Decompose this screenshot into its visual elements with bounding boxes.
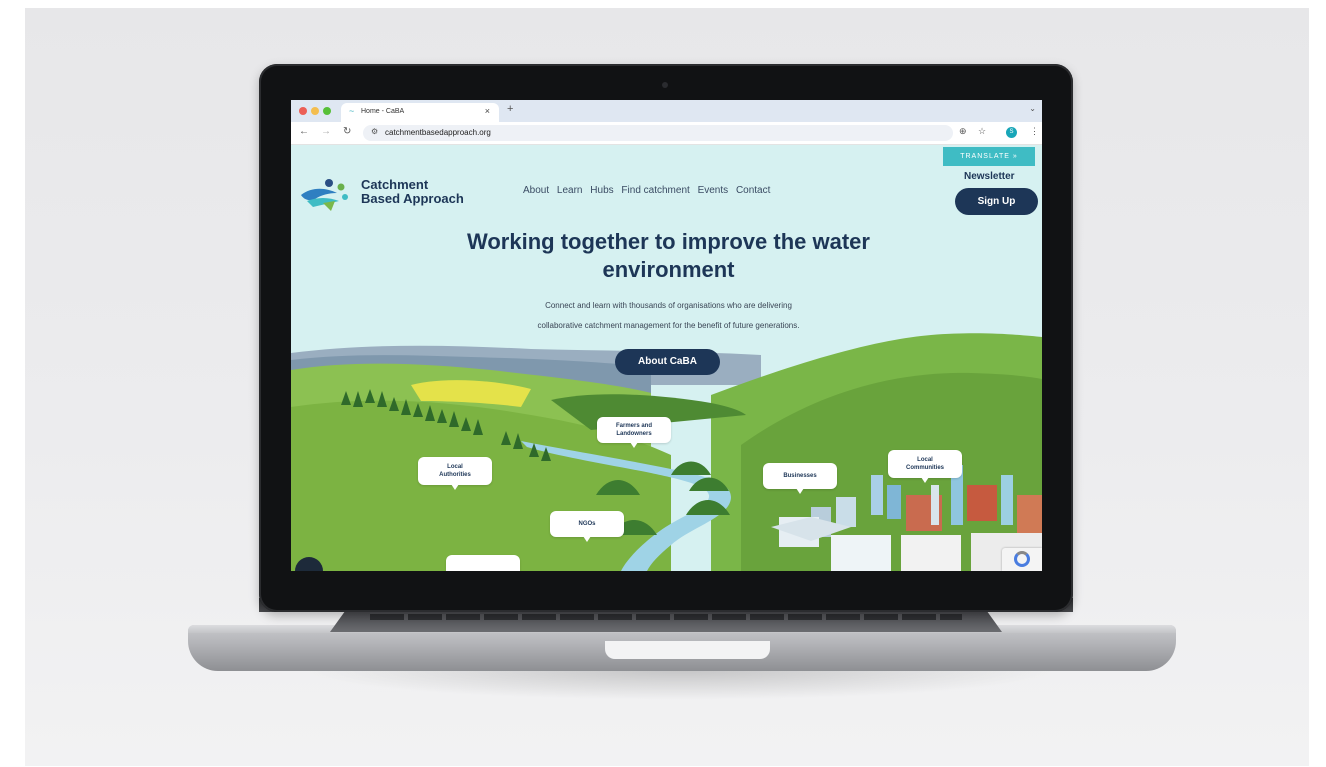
bubble-local-communities-text: Local Communities — [905, 457, 944, 471]
bubble-farmers-text: Farmers and Landowners — [615, 423, 652, 437]
caba-logo-icon[interactable] — [299, 173, 359, 213]
window-maximize-dot[interactable] — [323, 107, 331, 115]
site-settings-icon[interactable]: ⚙ — [371, 127, 378, 136]
laptop-lid: ~ Home - CaBA × + ⌄ ← → ↻ ⚙ catchmentbas… — [259, 64, 1073, 612]
hero-title-line-2: environment — [602, 257, 735, 282]
bubble-partial-bottom[interactable] — [446, 555, 520, 571]
bubble-local-communities[interactable]: Local Communities — [888, 450, 962, 483]
newsletter-signup-button[interactable]: Sign Up — [955, 188, 1038, 215]
hero-subtitle-line-1: Connect and learn with thousands of orga… — [545, 301, 792, 310]
bubble-local-authorities-text: Local Authorities — [439, 464, 471, 478]
recaptcha-badge[interactable] — [1002, 548, 1042, 571]
translate-button[interactable]: TRANSLATE » — [943, 147, 1035, 166]
url-text: catchmentbasedapproach.org — [385, 128, 491, 137]
back-arrow-icon[interactable]: ← — [299, 126, 309, 137]
main-navigation: About Learn Hubs Find catchment Events C… — [523, 185, 775, 196]
bookmark-star-icon[interactable]: ☆ — [978, 126, 986, 137]
webcam — [662, 82, 668, 88]
logo-line-1: Catchment — [361, 177, 429, 192]
forward-arrow-icon[interactable]: → — [321, 126, 331, 137]
about-caba-button[interactable]: About CaBA — [615, 349, 720, 375]
nav-find-catchment[interactable]: Find catchment — [621, 185, 689, 196]
menu-dots-icon[interactable]: ⋮ — [1030, 126, 1039, 137]
bubble-ngos[interactable]: NGOs — [550, 511, 624, 542]
browser-toolbar: ← → ↻ ⚙ catchmentbasedapproach.org ⊕ ☆ S… — [291, 122, 1042, 145]
nav-contact[interactable]: Contact — [736, 185, 770, 196]
window-close-dot[interactable] — [299, 107, 307, 115]
caba-favicon-icon: ~ — [349, 106, 355, 116]
nav-learn[interactable]: Learn — [557, 185, 583, 196]
browser-tab-bar: ~ Home - CaBA × + ⌄ — [291, 100, 1042, 122]
bubble-businesses[interactable]: Businesses — [763, 463, 837, 494]
reload-icon[interactable]: ↻ — [343, 126, 351, 137]
web-page: TRANSLATE » Newsletter Sign Up Catchment… — [291, 145, 1042, 571]
tab-close-icon[interactable]: × — [485, 106, 490, 116]
hero-subtitle: Connect and learn with thousands of orga… — [421, 296, 916, 336]
site-logo-text[interactable]: Catchment Based Approach — [361, 178, 464, 206]
bubble-local-authorities[interactable]: Local Authorities — [418, 457, 492, 490]
laptop-opening-notch — [605, 641, 770, 659]
window-minimize-dot[interactable] — [311, 107, 319, 115]
bubble-businesses-text: Businesses — [783, 473, 817, 479]
laptop-screen: ~ Home - CaBA × + ⌄ ← → ↻ ⚙ catchmentbas… — [291, 100, 1042, 571]
bubble-ngos-text: NGOs — [578, 521, 596, 527]
recaptcha-icon — [1014, 551, 1030, 567]
new-tab-icon[interactable]: + — [507, 103, 513, 115]
tab-title: Home - CaBA — [361, 108, 405, 115]
keyboard-keys — [370, 614, 962, 620]
nav-about[interactable]: About — [523, 185, 549, 196]
browser-tab-home[interactable]: ~ Home - CaBA × — [341, 103, 499, 122]
tab-menu-icon[interactable]: ⌄ — [1029, 104, 1036, 113]
bubble-farmers-landowners[interactable]: Farmers and Landowners — [597, 417, 671, 448]
address-bar[interactable]: ⚙ catchmentbasedapproach.org — [363, 125, 953, 141]
profile-avatar[interactable]: S — [1006, 127, 1017, 138]
nav-events[interactable]: Events — [698, 185, 729, 196]
hero-subtitle-line-2: collaborative catchment management for t… — [537, 321, 800, 330]
logo-line-2: Based Approach — [361, 191, 464, 206]
nav-hubs[interactable]: Hubs — [590, 185, 613, 196]
hero-title-line-1: Working together to improve the water — [467, 229, 870, 254]
zoom-icon[interactable]: ⊕ — [959, 126, 967, 137]
newsletter-label: Newsletter — [964, 171, 1015, 182]
hero-title: Working together to improve the water en… — [371, 228, 966, 284]
